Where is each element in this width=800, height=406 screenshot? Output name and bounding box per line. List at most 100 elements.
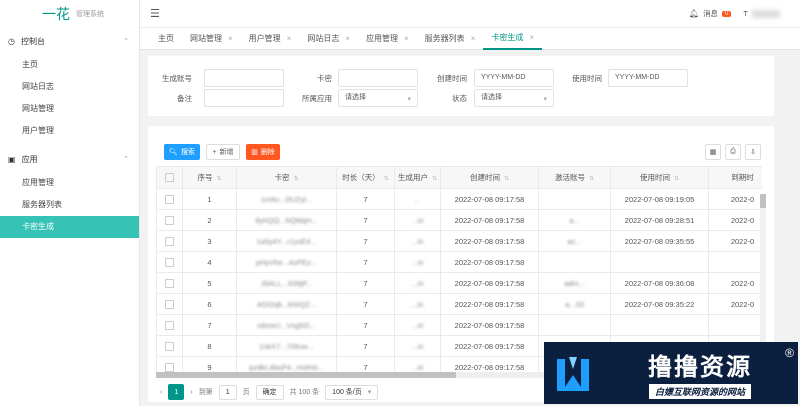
delete-button[interactable]: ▥ 删除 [246,144,280,160]
goto-confirm-button[interactable]: 确定 [255,384,284,400]
create-time-input[interactable]: YYYY-MM-DD [474,69,554,87]
sidebar-item-server-list[interactable]: 服务器列表 [0,194,139,216]
use-time-input[interactable]: YYYY-MM-DD [608,69,688,87]
pagination: ‹ 1 › 到第 1 页 确定 共 100 条 100 条/页 ▾ [160,384,379,400]
row-checkbox[interactable] [156,335,183,357]
table-cell: 8yhQQ...hQMqH... [236,209,337,231]
table-row[interactable]: 6 Af2Oqk...kNIQZ... 7 ...in 2022-07-08 09:17… [156,293,762,315]
table-cell: 2022-0 [708,188,762,210]
user-avatar[interactable] [752,9,780,18]
sidebar-item-user-manage[interactable]: 用户管理 [0,120,139,142]
table-cell: 7 [336,188,395,210]
select-all-checkbox[interactable] [156,166,183,189]
col-header[interactable]: 生成用户 ⇅ [394,166,441,189]
table-cell: 2022-07-08 09:17:58 [440,251,539,273]
row-checkbox[interactable] [156,188,183,210]
card-input[interactable] [338,69,418,87]
tab-site-manage[interactable]: 网站管理 × [182,28,241,50]
table-row[interactable]: 2 8yhQQ...hQMqH... 7 ...in 2022-07-08 09:17:… [156,209,762,231]
chevron-up-icon: ⌃ [123,156,129,163]
note-input[interactable] [204,89,284,107]
col-header[interactable]: 到期时 [708,166,762,189]
table-row[interactable]: 7 o9zwU...Vxg5O... 7 ...in 2022-07-08 09:17:… [156,314,762,336]
sidebar-item-app-manage[interactable]: 应用管理 [0,172,139,194]
next-page-icon[interactable]: › [190,389,192,396]
tab-home[interactable]: 主页 [150,28,182,50]
close-icon[interactable]: × [345,34,350,43]
search-form: 生成账号 卡密 创建时间 YYYY-MM-DD 使用时间 YYYY-MM-DD … [148,56,774,116]
close-icon[interactable]: × [529,33,534,42]
prev-page-icon[interactable]: ‹ [160,389,162,396]
table-cell: o9zwU...Vxg5O... [236,314,337,336]
row-checkbox[interactable] [156,356,183,372]
col-header[interactable]: 卡密 ⇅ [236,166,337,189]
tab-user-manage[interactable]: 用户管理 × [241,28,300,50]
app-icon: ▣ [8,154,16,164]
watermark-title: 撸撸资源 [648,354,752,381]
row-checkbox[interactable] [156,251,183,273]
message-label[interactable]: 消息 [703,8,718,19]
col-header[interactable]: 激活账号 ⇅ [538,166,611,189]
sort-icon: ⇅ [503,176,510,182]
col-header[interactable]: 创建时间 ⇅ [440,166,539,189]
col-header-label: 创建时间 [469,173,500,182]
current-page[interactable]: 1 [168,384,185,400]
table-row[interactable]: 4 pHyVhe...4oPEz... 7 ...in 2022-07-08 09:17… [156,251,762,273]
add-button[interactable]: + 新增 [206,144,240,160]
page-unit-label: 页 [242,389,250,396]
table-cell: 7 [336,314,395,336]
row-checkbox[interactable] [156,209,183,231]
close-icon[interactable]: × [287,34,292,43]
table-cell: 7 [336,356,395,372]
row-checkbox[interactable] [156,293,183,315]
columns-filter-icon[interactable]: ▦ [705,144,721,160]
table-row[interactable]: 3 1a5y4Y...r1ysE4... 7 ...in 2022-07-08 09:1… [156,230,762,252]
tab-card-gen[interactable]: 卡密生成 × [483,28,543,50]
status-select[interactable]: 请选择 ▾ [474,89,554,107]
row-checkbox[interactable] [156,314,183,336]
app-select[interactable]: 请选择 ▾ [338,89,418,107]
add-button-label: 新增 [219,149,234,156]
close-icon[interactable]: × [228,34,233,43]
table-cell: 2022-07-08 09:17:58 [440,293,539,315]
menu-toggle-icon[interactable]: ☰ [150,7,160,20]
table-cell: ...in [394,209,441,231]
table-cell: ... [394,188,441,210]
table-cell: 2022-0 [708,272,762,294]
sidebar-item-site-log[interactable]: 网站日志 [0,76,139,98]
tab-label: 应用管理 [366,34,399,43]
col-header-label: 生成用户 [397,173,428,182]
close-icon[interactable]: × [404,34,409,43]
tab-server-list[interactable]: 服务器列表 × [417,28,484,50]
per-page-select[interactable]: 100 条/页 ▾ [325,384,379,400]
bell-icon[interactable]: 🔔︎ [689,9,699,18]
message-count-badge: 0 [722,10,732,17]
goto-page-input[interactable]: 1 [218,384,237,400]
col-header[interactable]: 时长（天） ⇅ [336,166,395,189]
sidebar-group-console[interactable]: ◷ 控制台 ⌃ [0,28,139,54]
user-name[interactable]: T [743,9,748,18]
plus-icon: + [212,148,217,156]
gen-account-input[interactable] [204,69,284,87]
sort-icon: ⇅ [216,176,222,182]
export-icon[interactable]: ⇩ [745,144,761,160]
print-icon[interactable]: ⎙ [725,144,741,160]
col-header[interactable]: 使用时间 ⇅ [610,166,709,189]
sidebar-item-home[interactable]: 主页 [0,54,139,76]
tab-site-log[interactable]: 网站日志 × [299,28,358,50]
close-icon[interactable]: × [471,34,476,43]
table-row[interactable]: 1 1m6v...2lUZyl... 7... 2022-07-08 09:17:58… [156,188,762,210]
col-header[interactable]: 序号 ⇅ [182,166,237,189]
table-cell: 7 [336,209,395,231]
search-button[interactable]: 🔍︎ 搜索 [164,144,200,160]
sidebar-item-card-gen[interactable]: 卡密生成 [0,216,139,238]
sidebar-group-app[interactable]: ▣ 应用 ⌃ [0,146,139,172]
row-checkbox[interactable] [156,230,183,252]
table-cell [708,251,762,273]
row-checkbox[interactable] [156,272,183,294]
tab-app-manage[interactable]: 应用管理 × [358,28,417,50]
sidebar-item-site-manage[interactable]: 网站管理 [0,98,139,120]
sidebar: 一花 管理系统 ◷ 控制台 ⌃ 主页 网站日志 网站管理 用户管理 ▣ 应用 ⌃… [0,0,140,406]
table-cell: 2022-07-08 09:36:08 [610,272,709,294]
table-row[interactable]: 5 J9ALL...939jP... 7 ...in 2022-07-08 09:17:… [156,272,762,294]
